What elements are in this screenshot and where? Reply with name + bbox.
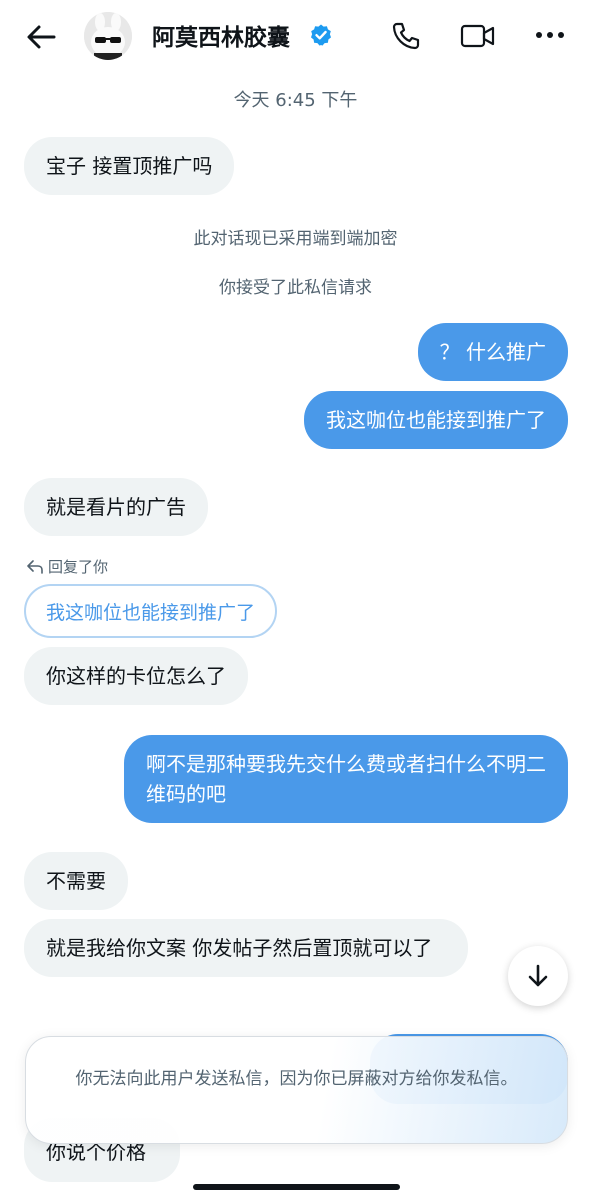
back-arrow-icon[interactable] bbox=[24, 20, 58, 54]
incoming-message[interactable]: 就是我给你文案 你发帖子然后置顶就可以了 bbox=[24, 919, 468, 977]
outgoing-message[interactable]: 我这咖位也能接到推广了 bbox=[304, 391, 568, 449]
encryption-notice: 此对话现已采用端到端加密 bbox=[193, 229, 398, 249]
incoming-message[interactable]: 不需要 bbox=[24, 852, 128, 910]
more-icon[interactable] bbox=[535, 28, 565, 42]
conversation-timestamp: 今天 6:45 下午 bbox=[233, 90, 358, 111]
request-accepted-notice: 你接受了此私信请求 bbox=[219, 278, 372, 298]
avatar[interactable] bbox=[84, 12, 132, 60]
quoted-message[interactable]: 我这咖位也能接到推广了 bbox=[24, 584, 278, 638]
incoming-message[interactable]: 宝子 接置顶推广吗 bbox=[24, 137, 235, 195]
outgoing-message[interactable]: ？ 什么推广 bbox=[417, 323, 568, 381]
reply-indicator: 回复了你 bbox=[26, 556, 108, 577]
conversation-title[interactable]: 阿莫西林胶囊 bbox=[152, 18, 290, 52]
scroll-to-bottom-button[interactable] bbox=[508, 946, 568, 1006]
conversation-header: 阿莫西林胶囊 bbox=[0, 0, 591, 76]
reply-label: 回复了你 bbox=[48, 558, 109, 576]
outgoing-message[interactable]: 啊不是那种要我先交什么费或者扫什么不明二维码的吧 bbox=[124, 735, 568, 823]
blocked-notice-text: 你无法向此用户发送私信，因为你已屏蔽对方给你发私信。 bbox=[75, 1069, 518, 1089]
phone-icon[interactable] bbox=[390, 20, 422, 52]
video-icon[interactable] bbox=[460, 22, 496, 50]
arrow-down-icon bbox=[528, 964, 548, 987]
incoming-message[interactable]: 就是看片的广告 bbox=[24, 478, 208, 536]
verified-badge-icon bbox=[311, 24, 331, 46]
home-indicator bbox=[193, 1184, 400, 1190]
reply-arrow-icon bbox=[27, 559, 43, 574]
blocked-notice-banner: 你无法向此用户发送私信，因为你已屏蔽对方给你发私信。 bbox=[25, 1036, 568, 1144]
incoming-message[interactable]: 你这样的卡位怎么了 bbox=[24, 647, 248, 705]
